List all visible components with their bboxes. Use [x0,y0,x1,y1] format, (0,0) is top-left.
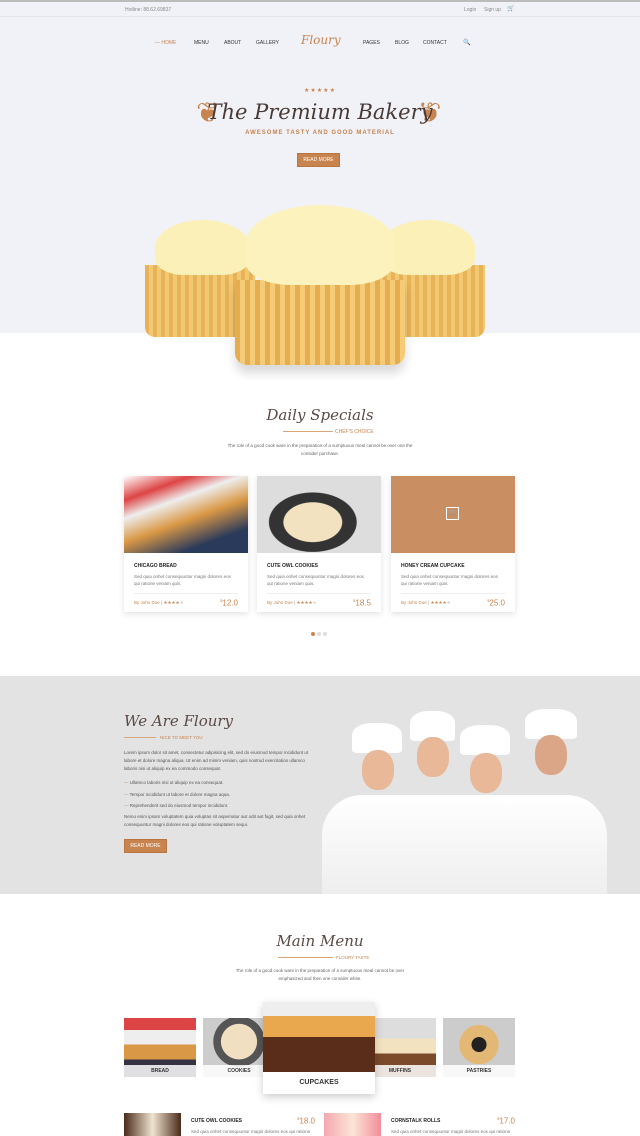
rating-stars-icon: ★★★★★ [430,600,451,605]
menu-item-image [324,1113,381,1136]
product-card[interactable]: CHICAGO BREAD Sed quia onhet consequuntu… [124,476,248,612]
menu-item-price: $18.0 [297,1116,315,1126]
product-price: $18.5 [353,598,371,608]
product-price: $25.0 [487,598,505,608]
about-bullets: — Ullamco laboris nisi ut aliquip ex ea … [124,777,316,812]
product-name[interactable]: CUTE OWL COOKIES [267,563,381,569]
menu-item-price: $17.0 [497,1116,515,1126]
carousel-dot[interactable] [317,632,321,636]
about-title: We Are Floury [124,712,234,730]
menu-item-text: Sed quia onhet consequuntur magni dolore… [191,1129,311,1134]
nav-gallery[interactable]: GALLERY [256,40,279,46]
cupcakes-tile-image [263,1002,375,1072]
honey-cupcake-image: 🛒 [391,476,515,553]
about-text: Nemo enim ipsam voluptatem quia voluptas… [124,814,306,827]
divider [283,431,333,432]
category-label: CUPCAKES [299,1079,339,1086]
product-card[interactable]: 🛒 HONEY CREAM CUPCAKE Sed quia onhet con… [391,476,515,612]
hotline: Hotline: 88.62.69837 [125,7,172,13]
signup-link[interactable]: Sign up [484,7,501,13]
about-subtitle: NICE TO MEET YOU [160,735,203,740]
product-author[interactable]: By John Doe [134,600,160,605]
nav-menu[interactable]: MENU [194,40,209,46]
menu-subtitle: FLOURY TASTE [336,955,370,960]
specials-subtitle: CHEF'S CHOICE [335,429,374,435]
divider [278,957,333,958]
nav-pages[interactable]: PAGES [363,40,380,46]
owl-cookies-image [257,476,381,553]
about-read-more-button[interactable]: READ MORE [124,839,167,853]
carousel-dot-active[interactable] [311,632,315,636]
product-text: Sed quia onhet consequuntur magni dolore… [267,574,364,586]
menu-item-image [124,1113,181,1136]
cart-icon[interactable]: 🛒 [507,5,514,12]
hero-subtitle: AWESOME TASTY AND GOOD MATERIAL [245,130,395,136]
hero-title: The Premium Bakery [207,100,433,124]
add-to-cart-icon[interactable]: 🛒 [446,507,459,520]
rating-stars-icon: ★★★★★ [296,600,317,605]
category-pastries[interactable]: PASTRIES [443,1018,515,1077]
bullet-item: — Reprehenderit sed do eiusmod tempor in… [124,803,229,808]
logo[interactable]: Floury [301,33,341,47]
search-icon[interactable]: 🔍 [463,39,470,46]
divider [124,737,156,738]
menu-item[interactable]: CUTE OWL COOKIES $18.0 Sed quia onhet co… [191,1116,315,1134]
login-link[interactable]: Login [464,7,476,13]
menu-item-text: Sed quia onhet consequuntur magni dolore… [391,1129,511,1134]
menu-title: Main Menu [276,932,364,950]
rating-stars-icon: ★★★★★ [163,600,184,605]
product-name[interactable]: HONEY CREAM CUPCAKE [401,563,515,569]
product-text: Sed quia onhet consequuntur magni dolore… [401,574,498,586]
about-intro: Lorem ipsum dolor sit amet, consectetur … [124,750,309,771]
nav-home-label: HOME [161,40,177,46]
rating-stars: ★★★★★ [304,88,336,94]
bullet-item: — Ullamco laboris nisi ut aliquip ex ea … [124,780,224,785]
specials-description: The role of a good cook ware in the prep… [227,443,413,456]
product-author[interactable]: By John Doe [401,600,427,605]
chefs-image [322,705,607,894]
nav-home[interactable]: — HOME [155,40,176,46]
top-bar: Hotline: 88.62.69837 Login Sign up 🛒 [0,0,640,17]
nav-blog[interactable]: BLOG [395,40,409,46]
nav-about[interactable]: ABOUT [224,40,241,46]
product-author[interactable]: By John Doe [267,600,293,605]
product-name[interactable]: CHICAGO BREAD [134,563,248,569]
bullet-item: — Tempor incididunt ut labore et dolore … [124,791,230,797]
menu-description: The role of a good cook ware in the prep… [235,968,405,981]
category-bread[interactable]: BREAD [124,1018,196,1077]
specials-title: Daily Specials [266,406,374,424]
carousel-dot[interactable] [323,632,327,636]
menu-item[interactable]: CORNSTALK ROLLS $17.0 Sed quia onhet con… [391,1116,515,1134]
nav-contact[interactable]: CONTACT [423,40,447,46]
chicago-bread-image [124,476,248,553]
product-text: Sed quia onhet consequuntur magni dolore… [134,574,231,586]
product-card[interactable]: CUTE OWL COOKIES Sed quia onhet consequu… [257,476,381,612]
product-price: $12.0 [220,598,238,608]
category-cupcakes-active[interactable]: CUPCAKES [263,1002,375,1094]
cupcakes-image [140,185,490,375]
hero-read-more-button[interactable]: READ MORE [297,153,340,167]
